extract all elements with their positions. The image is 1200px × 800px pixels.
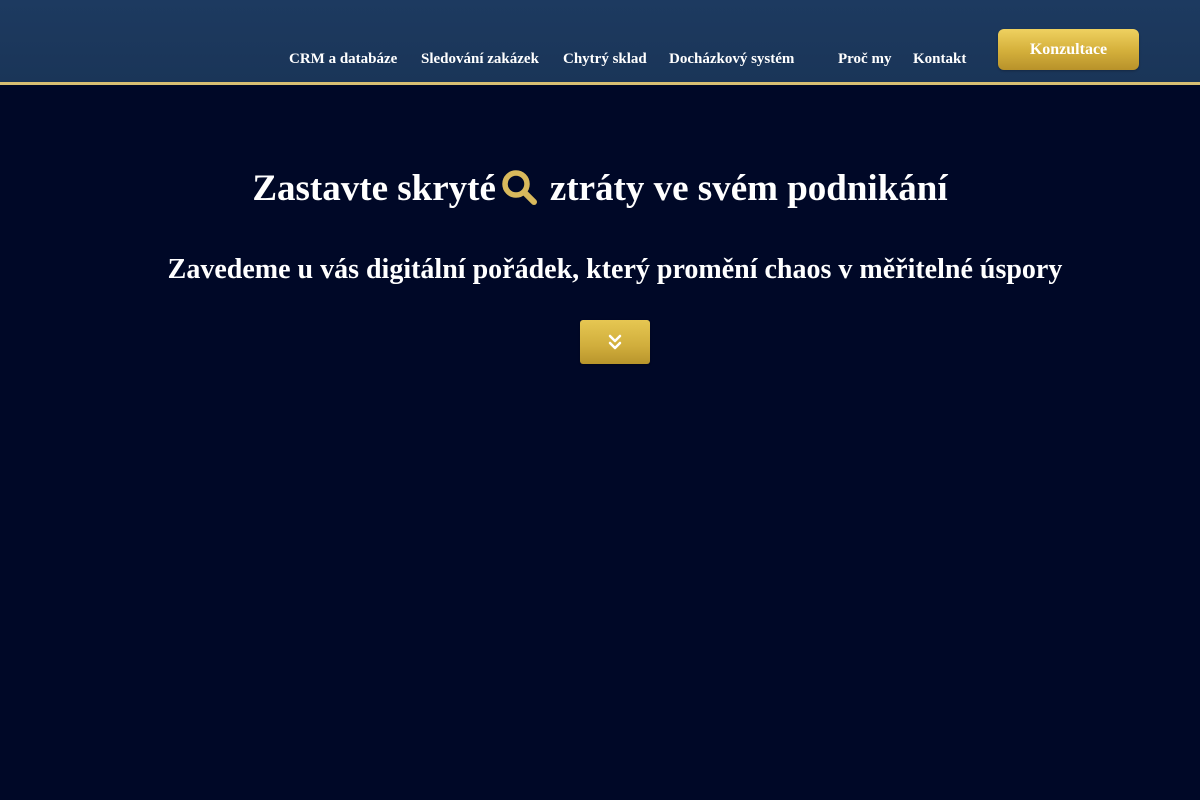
search-icon	[500, 168, 540, 208]
nav-item-crm[interactable]: CRM a databáze	[289, 50, 397, 68]
nav-item-order-tracking[interactable]: Sledování zakázek	[421, 50, 539, 68]
hero-subtitle: Zavedeme u vás digitální pořádek, který …	[167, 254, 1063, 286]
scroll-down-button[interactable]	[580, 320, 650, 364]
consultation-button[interactable]: Konzultace	[998, 29, 1139, 70]
hero-title: Zastavte skryté ztráty ve svém podnikání	[0, 165, 1200, 213]
nav-item-why-us[interactable]: Proč my	[838, 50, 891, 68]
nav-item-attendance-system[interactable]: Docházkový systém	[669, 50, 794, 68]
site-header: CRM a databáze Sledování zakázek Chytrý …	[0, 0, 1200, 85]
hero-title-part-2: ztráty ve svém podnikání	[549, 167, 948, 209]
nav-item-contact[interactable]: Kontakt	[913, 50, 966, 68]
hero-title-part-1: Zastavte skryté	[252, 167, 496, 209]
nav-item-smart-warehouse[interactable]: Chytrý sklad	[563, 50, 647, 68]
double-chevron-down-icon	[608, 334, 622, 350]
